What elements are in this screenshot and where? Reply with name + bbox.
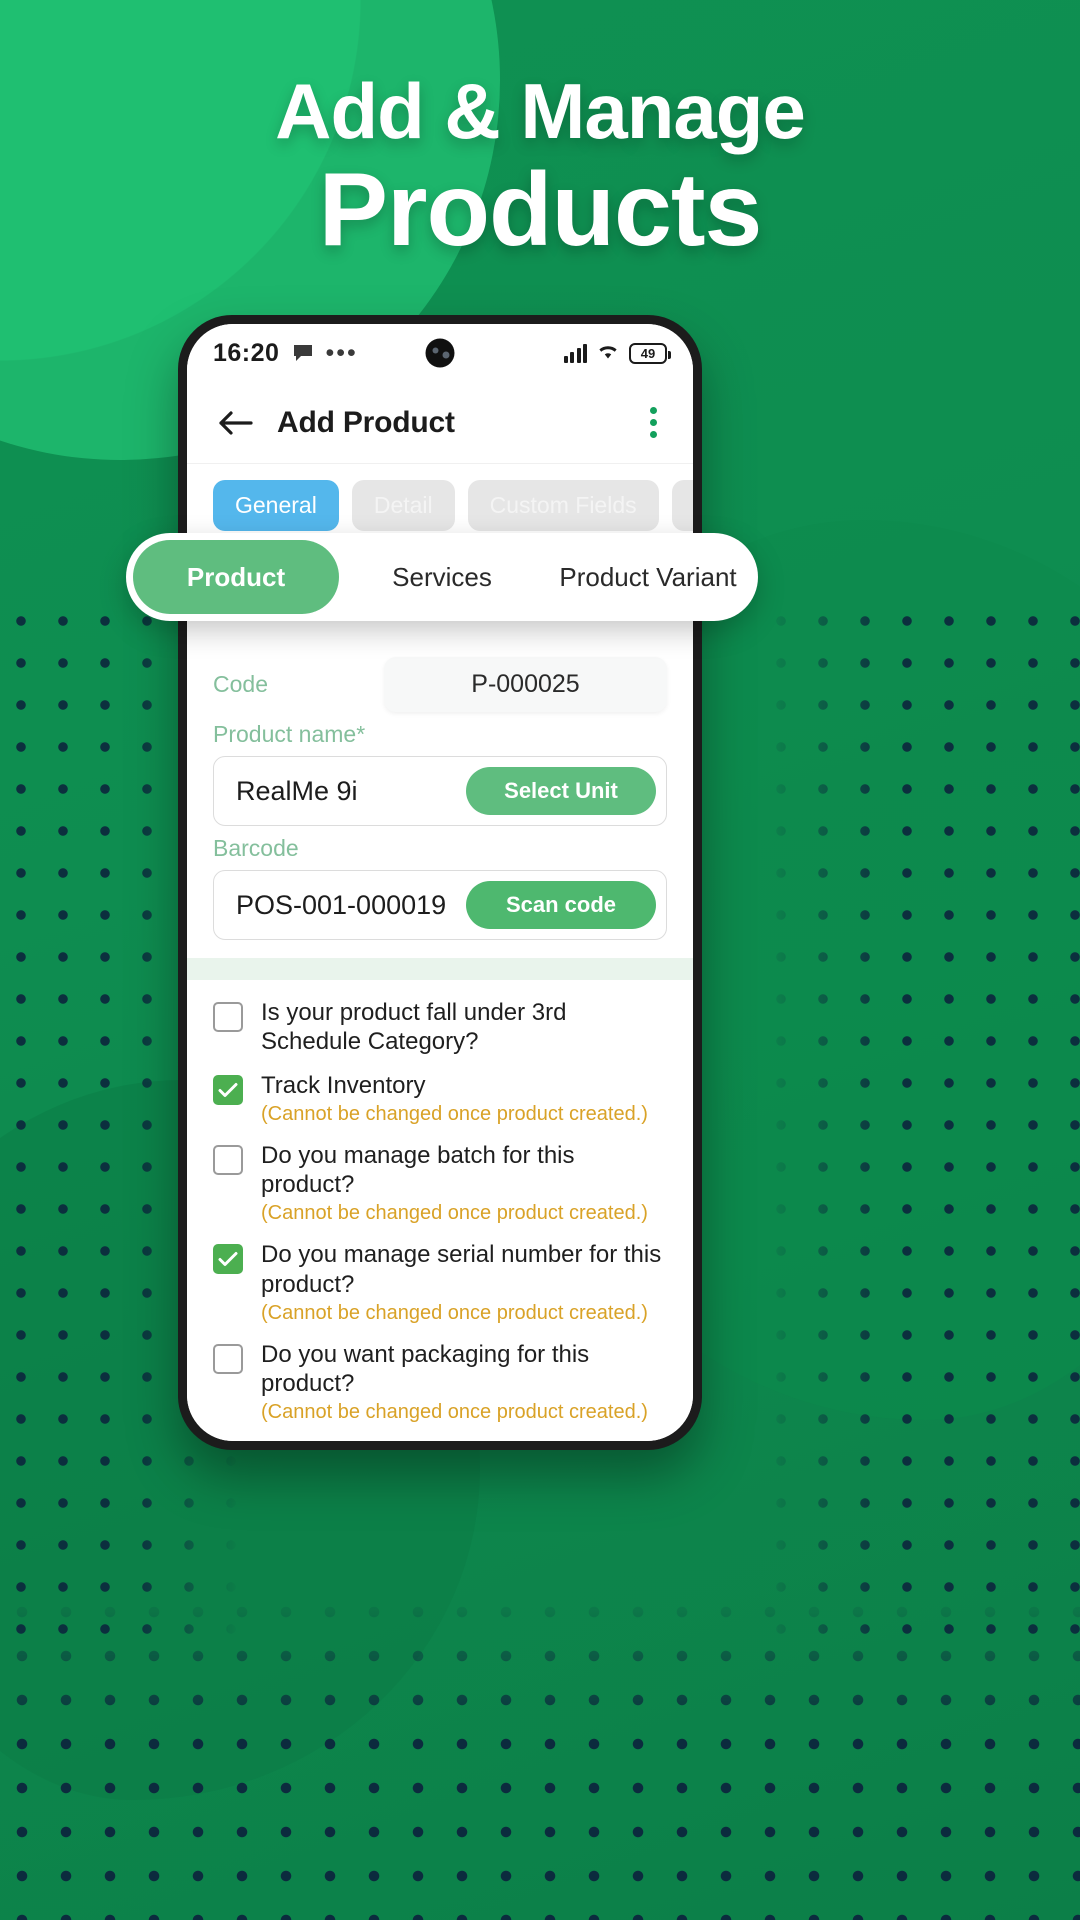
product-name-label: Product name* [213, 721, 366, 747]
barcode-label: Barcode [213, 835, 299, 861]
list-item[interactable]: Is your product fall under 3rd Schedule … [213, 998, 667, 1057]
battery-level-text: 49 [640, 345, 656, 361]
product-options-list: Is your product fall under 3rd Schedule … [187, 980, 693, 1441]
product-type-segmented-control[interactable]: Product Services Product Variant [126, 533, 758, 621]
background-dot-pattern-bottom [0, 1590, 1080, 1920]
checkbox-serial-number[interactable] [213, 1244, 243, 1275]
checkbox-3rd-schedule[interactable] [213, 1002, 243, 1032]
option-note: (Cannot be changed once product created.… [261, 1401, 648, 1424]
chip-detail[interactable]: Detail [351, 480, 455, 531]
product-name-value: RealMe 9i [236, 775, 358, 806]
option-label: Is your product fall under 3rd Schedule … [261, 999, 567, 1056]
product-name-input[interactable]: RealMe 9i Select Unit [213, 756, 667, 826]
signal-bars-icon [563, 343, 587, 363]
phone-mockup: 16:20 ••• 49 Add Product General Detail … [178, 315, 702, 1450]
option-note: (Cannot be changed once product created.… [261, 1202, 648, 1225]
checkbox-track-inventory[interactable] [213, 1074, 243, 1105]
phone-screen: 16:20 ••• 49 Add Product General Detail … [187, 324, 693, 1441]
list-item[interactable]: Do you manage batch for this product? (C… [213, 1141, 667, 1227]
front-camera-punch-hole [425, 338, 455, 368]
option-label: Do you assemble this product? [261, 1440, 591, 1441]
code-value-field[interactable]: P-000025 [384, 657, 667, 712]
option-label: Do you manage serial number for this pro… [261, 1241, 662, 1298]
select-unit-button[interactable]: Select Unit [466, 767, 656, 815]
wifi-icon [596, 341, 620, 366]
section-divider [187, 958, 693, 980]
scan-code-button[interactable]: Scan code [466, 881, 656, 929]
chip-general[interactable]: General [213, 480, 339, 531]
vertical-dots-icon[interactable] [642, 399, 665, 446]
option-note: (Cannot be changed once product created.… [261, 1102, 648, 1125]
product-form: Code P-000025 Product name* RealMe 9i Se… [187, 651, 693, 940]
status-bar-time: 16:20 [213, 338, 280, 367]
option-label: Do you manage batch for this product? [261, 1141, 575, 1199]
chat-bubble-icon [292, 343, 314, 363]
code-label: Code [213, 671, 268, 697]
barcode-value: POS-001-000019 [236, 889, 447, 920]
list-item[interactable]: Track Inventory (Cannot be changed once … [213, 1071, 667, 1127]
background-dot-pattern-right [760, 600, 1080, 1650]
status-bar: 16:20 ••• 49 [187, 324, 693, 382]
checkbox-manage-batch[interactable] [213, 1144, 243, 1175]
list-item[interactable]: Do you assemble this product? (Cannot be… [213, 1439, 667, 1441]
form-scroll-area[interactable]: Code P-000025 Product name* RealMe 9i Se… [187, 547, 693, 1441]
app-bar: Add Product [187, 382, 693, 464]
back-arrow-icon[interactable] [215, 403, 255, 443]
option-label: Track Inventory [261, 1071, 426, 1099]
headline-line-2: Products [318, 152, 763, 268]
segment-product[interactable]: Product [133, 540, 339, 614]
option-note: (Cannot be changed once product created.… [261, 1301, 648, 1324]
more-dots-icon: ••• [325, 338, 358, 367]
battery-icon: 49 [629, 342, 671, 364]
code-row: Code P-000025 [213, 651, 667, 712]
status-bar-icons: 49 [563, 341, 671, 366]
segment-product-variant[interactable]: Product Variant [545, 540, 751, 614]
option-label: Do you want packaging for this product? [261, 1340, 590, 1398]
list-item[interactable]: Do you want packaging for this product? … [213, 1340, 667, 1426]
checkbox-packaging[interactable] [213, 1343, 243, 1374]
chip-custom-fields[interactable]: Custom Fields [467, 480, 659, 531]
chip-multiple-packing[interactable]: Multiple Packing [671, 480, 693, 531]
headline-line-1: Add & Manage [275, 67, 806, 155]
list-item[interactable]: Do you manage serial number for this pro… [213, 1240, 667, 1326]
page-title: Add Product [277, 405, 455, 439]
barcode-input[interactable]: POS-001-000019 Scan code [213, 870, 667, 940]
segment-services[interactable]: Services [339, 540, 545, 614]
promo-headline: Add & Manage Products [0, 72, 1080, 265]
